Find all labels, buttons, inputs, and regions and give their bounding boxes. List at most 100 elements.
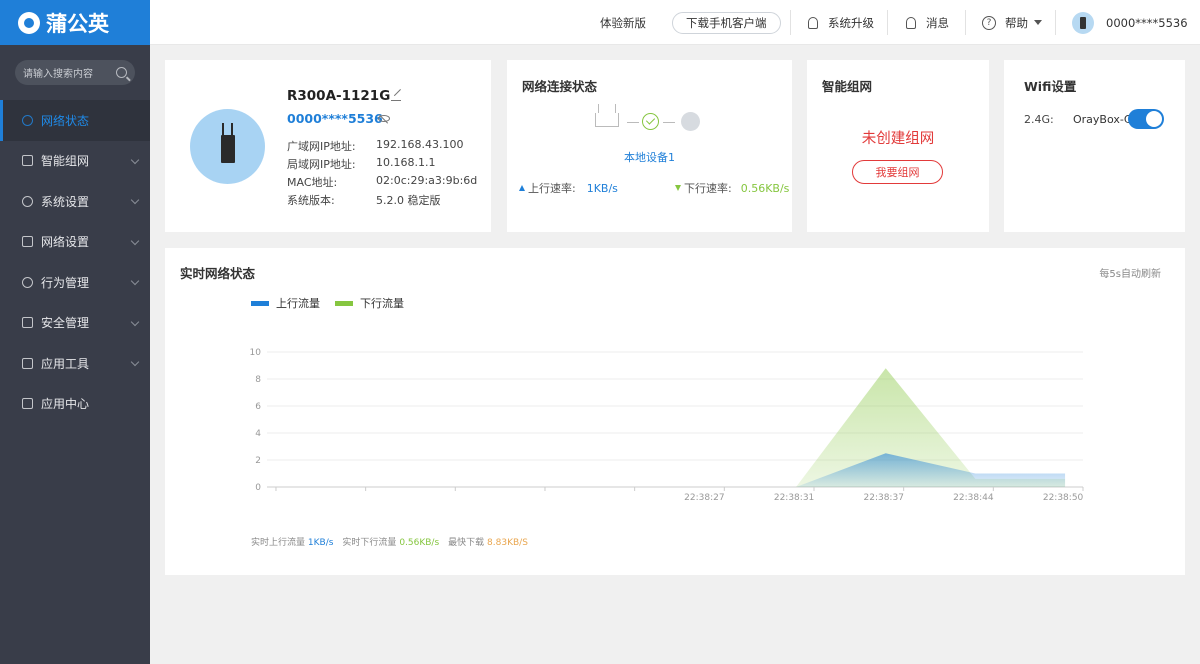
- connection-diagram: [595, 104, 705, 132]
- stat-peak: 最快下载 8.83KB/S: [448, 535, 528, 548]
- upload-rate-value: 1KB/s: [586, 181, 618, 195]
- sidebar-item-security[interactable]: 安全管理: [0, 303, 150, 344]
- check-circle-icon: [642, 113, 659, 130]
- stat-download: 实时下行流量 0.56KB/s: [342, 535, 439, 548]
- create-mesh-button[interactable]: 我要组网: [852, 160, 943, 184]
- router-icon: [595, 104, 619, 127]
- chevron-down-icon: [130, 276, 140, 286]
- sidebar-item-network-status[interactable]: 网络状态: [0, 100, 150, 141]
- y-tick-label: 6: [255, 402, 261, 412]
- device-name: R300A-1121G: [287, 88, 391, 104]
- hide-eye-icon[interactable]: [378, 115, 390, 122]
- divider: [965, 10, 966, 35]
- search-placeholder: 请输入搜索内容: [23, 69, 93, 80]
- stat-upload: 实时上行流量 1KB/s: [251, 535, 333, 548]
- new-version-link[interactable]: 体验新版: [600, 0, 646, 45]
- sidebar-item-mesh[interactable]: 智能组网: [0, 141, 150, 182]
- chevron-down-icon: [130, 195, 140, 205]
- messages-label: 消息: [926, 15, 949, 30]
- info-label: 局域网IP地址:: [287, 158, 356, 171]
- x-tick-label: 22:38:31: [774, 493, 814, 503]
- chevron-down-icon: [130, 317, 140, 326]
- user-name: 0000****5536: [1106, 15, 1188, 30]
- card-title: 智能组网: [822, 79, 873, 94]
- stat-value: 8.83KB/S: [487, 538, 528, 548]
- router-icon: [221, 135, 235, 163]
- chevron-down-icon: [130, 357, 140, 367]
- sidebar-item-label: 应用中心: [41, 397, 90, 412]
- info-row-version: 系统版本: 5.2.0 稳定版: [287, 192, 441, 208]
- globe-icon: [681, 112, 700, 131]
- traffic-chart: 0 2 4 6 8 10 22:38:27 22:38:31 22:38:37 22:38:44 2…: [250, 348, 1084, 503]
- network-status-card: 网络连接状态 本地设备1 上行速率: 1KB/s 下行速率: 0.56KB/s: [507, 60, 792, 232]
- user-menu[interactable]: 0000****5536: [1072, 0, 1188, 45]
- eye-icon: [22, 276, 33, 288]
- divider: [1055, 10, 1056, 35]
- shield-icon: [22, 317, 33, 329]
- sidebar-item-network-settings[interactable]: 网络设置: [0, 222, 150, 263]
- sidebar-nav: 网络状态 智能组网 系统设置 网络设置 行为管理 安全管理 应用工具 应用中心: [0, 100, 150, 424]
- stat-value: 1KB/s: [307, 538, 334, 548]
- y-tick-label: 8: [255, 375, 261, 385]
- toolbox-icon: [22, 357, 33, 369]
- realtime-stats: 实时上行流量 1KB/s 实时下行流量 0.56KB/s 最快下载 8.83KB…: [251, 535, 528, 548]
- chevron-down-icon: [130, 155, 140, 164]
- network-icon: [22, 114, 33, 126]
- sidebar-item-label: 应用工具: [41, 356, 90, 371]
- realtime-card: 实时网络状态 每5s自动刷新 上行流量 下行流量 0 2 4 6 8 10 22:38:27…: [165, 248, 1185, 575]
- help-menu[interactable]: ? 帮助: [982, 0, 1042, 45]
- series-upload-area: [706, 453, 1066, 487]
- info-value: 192.168.43.100: [376, 138, 464, 151]
- gear-icon: [22, 195, 33, 207]
- mesh-icon: [22, 155, 33, 167]
- card-title: 网络连接状态: [522, 79, 598, 94]
- stat-value: 0.56KB/s: [399, 538, 440, 548]
- sidebar-item-label: 网络设置: [41, 235, 90, 250]
- sidebar-item-label: 安全管理: [41, 316, 90, 331]
- logo-icon: [18, 11, 40, 34]
- help-icon: ?: [982, 15, 996, 30]
- info-row-lan: 局域网IP地址: 10.168.1.1: [287, 156, 435, 172]
- doc-icon: [22, 236, 33, 248]
- edit-icon-underline: [391, 100, 401, 101]
- arrow-up-icon: [519, 185, 525, 191]
- brand-logo[interactable]: 蒲公英: [0, 0, 150, 45]
- link-line: [663, 122, 675, 123]
- info-row-wan: 广域网IP地址: 192.168.43.100: [287, 138, 463, 154]
- divider: [887, 10, 888, 35]
- info-value: 02:0c:29:a3:9b:6d: [376, 174, 478, 187]
- info-label: 系统版本:: [287, 194, 335, 207]
- messages-button[interactable]: 消息: [906, 0, 949, 45]
- mesh-card: 智能组网 未创建组网 我要组网: [807, 60, 989, 232]
- sidebar-item-label: 系统设置: [41, 194, 90, 209]
- cube-icon: [22, 398, 33, 410]
- info-value: 10.168.1.1: [376, 156, 436, 169]
- wifi-toggle[interactable]: [1128, 109, 1164, 129]
- download-rate-label: 下行速率:: [684, 182, 732, 195]
- y-tick-label: 10: [250, 348, 262, 358]
- sidebar-item-system-settings[interactable]: 系统设置: [0, 181, 150, 222]
- sidebar-item-label: 网络状态: [41, 113, 90, 128]
- info-row-mac: MAC地址: 02:0c:29:a3:9b:6d: [287, 174, 477, 190]
- info-value: 5.2.0 稳定版: [376, 194, 441, 207]
- stat-label: 实时上行流量: [251, 538, 306, 548]
- download-client-wrap: 下载手机客户端: [672, 0, 781, 45]
- upload-rate-label: 上行速率:: [528, 182, 576, 195]
- bell-icon: [906, 16, 916, 29]
- download-client-button[interactable]: 下载手机客户端: [672, 11, 781, 34]
- sidebar: 蒲公英 请输入搜索内容 网络状态 智能组网 系统设置 网络设置 行为管理 安全管…: [0, 0, 150, 664]
- upgrade-button[interactable]: 系统升级: [808, 0, 874, 45]
- stat-label: 最快下载: [448, 538, 485, 548]
- search-icon[interactable]: [116, 67, 127, 78]
- edit-icon[interactable]: [393, 88, 402, 97]
- stat-label: 实时下行流量: [342, 538, 397, 548]
- info-label: MAC地址:: [287, 176, 338, 189]
- search-input[interactable]: 请输入搜索内容: [15, 60, 135, 85]
- x-tick-label: 22:38:44: [953, 493, 994, 503]
- wifi-band: 2.4G:: [1024, 113, 1054, 126]
- brand-name: 蒲公英: [46, 11, 109, 36]
- sidebar-item-tools[interactable]: 应用工具: [0, 343, 150, 384]
- sidebar-item-app-center[interactable]: 应用中心: [0, 384, 150, 425]
- sidebar-item-label: 行为管理: [41, 275, 90, 290]
- sidebar-item-behavior[interactable]: 行为管理: [0, 262, 150, 303]
